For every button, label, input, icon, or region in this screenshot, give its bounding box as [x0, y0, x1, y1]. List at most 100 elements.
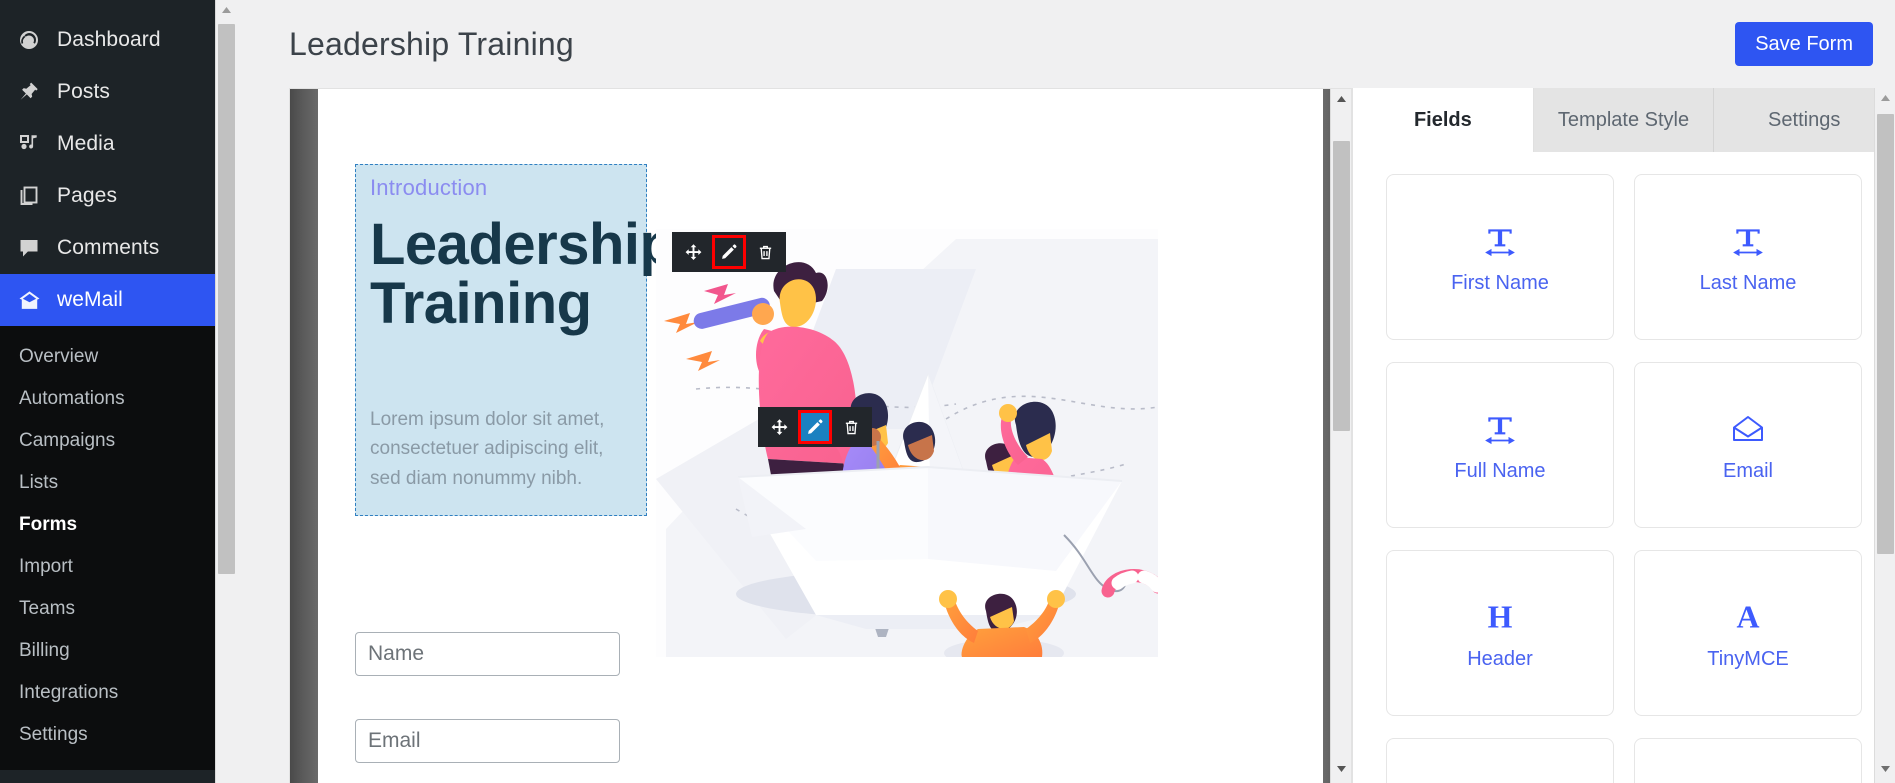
move-handle-icon[interactable]	[762, 410, 796, 444]
form-builder-header: Leadership Training Save Form	[236, 0, 1895, 88]
svg-text:A: A	[1736, 600, 1759, 634]
panel-tabs: Fields Template Style Settings	[1353, 88, 1895, 152]
sidebar-item-dashboard[interactable]: Dashboard	[0, 14, 215, 66]
text-width-icon	[1483, 407, 1517, 451]
submenu-label: Import	[19, 556, 73, 577]
submenu-label: Billing	[19, 640, 70, 661]
sidebar-item-label: Pages	[57, 184, 118, 207]
intro-text-block[interactable]: Introduction Leadership Training Lorem i…	[355, 164, 675, 516]
sidebar-item-label: weMail	[57, 288, 123, 311]
form-editor-canvas: Introduction Leadership Training Lorem i…	[289, 88, 1352, 783]
sidebar-item-posts[interactable]: Posts	[0, 66, 215, 118]
canvas-scroll-down-icon[interactable]	[1331, 759, 1351, 779]
block-toolbar-outer	[672, 232, 786, 272]
intro-paragraph: Lorem ipsum dolor sit amet, consectetuer…	[370, 409, 605, 489]
name-input[interactable]: Name	[355, 632, 620, 676]
sidebar-item-lists[interactable]: Lists	[0, 462, 215, 504]
sidebar-item-wemail[interactable]: weMail	[0, 274, 215, 326]
sidebar-item-media[interactable]: Media	[0, 118, 215, 170]
tab-template-style[interactable]: Template Style	[1533, 88, 1715, 152]
canvas-left-shade	[290, 89, 318, 783]
field-card-header[interactable]: H Header	[1386, 550, 1614, 716]
main-area: Leadership Training Save Form Introducti…	[236, 0, 1895, 783]
builder-body: Introduction Leadership Training Lorem i…	[236, 88, 1895, 783]
page-title: Leadership Training	[289, 25, 574, 62]
delete-block-icon[interactable]	[834, 410, 868, 444]
field-card-full-name[interactable]: Full Name	[1386, 362, 1614, 528]
field-card-label: Email	[1722, 460, 1773, 482]
sidebar-item-label: Comments	[57, 236, 160, 259]
field-card-grid: First Name Last Name Full Name Email H H…	[1386, 174, 1862, 783]
submenu-label: Lists	[19, 472, 59, 493]
text-width-icon	[1483, 219, 1517, 263]
sidebar-item-comments[interactable]: Comments	[0, 222, 215, 274]
save-form-button[interactable]: Save Form	[1735, 22, 1873, 66]
fields-panel: Fields Template Style Settings First Nam…	[1352, 88, 1895, 783]
wp-admin-menu: Dashboard Posts Media Pages Comments weM…	[0, 0, 215, 326]
submenu-label: Settings	[19, 724, 88, 745]
submenu-label: Teams	[19, 598, 75, 619]
sidebar-item-campaigns[interactable]: Campaigns	[0, 420, 215, 462]
field-card-email[interactable]: Email	[1634, 362, 1862, 528]
panel-scrollbar[interactable]	[1874, 88, 1895, 783]
pages-icon	[14, 181, 44, 211]
tab-settings[interactable]: Settings	[1714, 88, 1895, 152]
submenu-label: Integrations	[19, 682, 119, 703]
wemail-submenu: Overview Automations Campaigns Lists For…	[0, 326, 215, 770]
heading-h-icon: H	[1483, 595, 1517, 639]
sidebar-item-overview[interactable]: Overview	[0, 336, 215, 378]
letter-a-icon: A	[1731, 595, 1765, 639]
move-handle-icon[interactable]	[676, 235, 710, 269]
canvas-scroll-up-icon[interactable]	[1331, 89, 1351, 109]
sidebar-item-label: Media	[57, 132, 115, 155]
field-card-custom-input[interactable]: Custom Input	[1386, 738, 1614, 783]
sidebar-item-billing[interactable]: Billing	[0, 630, 215, 672]
form-preview: Introduction Leadership Training Lorem i…	[318, 89, 1323, 783]
pin-icon	[14, 77, 44, 107]
wp-admin-sidebar: Dashboard Posts Media Pages Comments weM…	[0, 0, 215, 783]
sidebar-item-forms[interactable]: Forms	[0, 504, 215, 546]
field-card-first-name[interactable]: First Name	[1386, 174, 1614, 340]
field-card-label: Last Name	[1699, 272, 1797, 294]
sidebar-item-settings[interactable]: Settings	[0, 714, 215, 756]
envelope-icon	[14, 285, 44, 315]
panel-scroll-thumb[interactable]	[1877, 114, 1894, 554]
sidebar-item-label: Posts	[57, 80, 111, 103]
sidebar-item-automations[interactable]: Automations	[0, 378, 215, 420]
intro-eyebrow: Introduction	[370, 175, 488, 200]
field-card-label: TinyMCE	[1707, 648, 1789, 670]
text-width-icon	[1731, 219, 1765, 263]
scroll-up-icon[interactable]	[216, 0, 237, 20]
panel-scroll-down-icon[interactable]	[1875, 759, 1895, 779]
boat-illustration	[656, 229, 1158, 657]
media-icon	[14, 129, 44, 159]
comments-icon	[14, 233, 44, 263]
field-card-label: Header	[1467, 648, 1533, 670]
sidebar-item-label: Dashboard	[57, 28, 161, 51]
sidebar-item-pages[interactable]: Pages	[0, 170, 215, 222]
field-card-last-name[interactable]: Last Name	[1634, 174, 1862, 340]
submenu-label: Overview	[19, 346, 99, 367]
edit-block-icon[interactable]	[798, 410, 832, 444]
field-card-label: First Name	[1451, 272, 1549, 294]
sidebar-item-import[interactable]: Import	[0, 546, 215, 588]
tab-fields[interactable]: Fields	[1353, 88, 1534, 152]
field-card-label: Full Name	[1454, 460, 1546, 482]
panel-scroll-up-icon[interactable]	[1875, 88, 1895, 108]
sidebar-item-integrations[interactable]: Integrations	[0, 672, 215, 714]
page-scroll-thumb[interactable]	[218, 24, 235, 574]
submenu-label: Campaigns	[19, 430, 116, 451]
email-input[interactable]: Email	[355, 719, 620, 763]
dashboard-icon	[14, 25, 44, 55]
edit-block-icon[interactable]	[712, 235, 746, 269]
canvas-scrollbar[interactable]	[1330, 89, 1351, 783]
page-scrollbar[interactable]	[215, 0, 236, 783]
panel-content: First Name Last Name Full Name Email H H…	[1353, 152, 1895, 783]
canvas-scroll-thumb[interactable]	[1333, 141, 1350, 431]
envelope-open-icon	[1731, 407, 1765, 451]
field-card-tinymce[interactable]: A TinyMCE	[1634, 550, 1862, 716]
block-toolbar-inner	[758, 407, 872, 447]
field-card-date[interactable]: Date	[1634, 738, 1862, 783]
delete-block-icon[interactable]	[748, 235, 782, 269]
sidebar-item-teams[interactable]: Teams	[0, 588, 215, 630]
